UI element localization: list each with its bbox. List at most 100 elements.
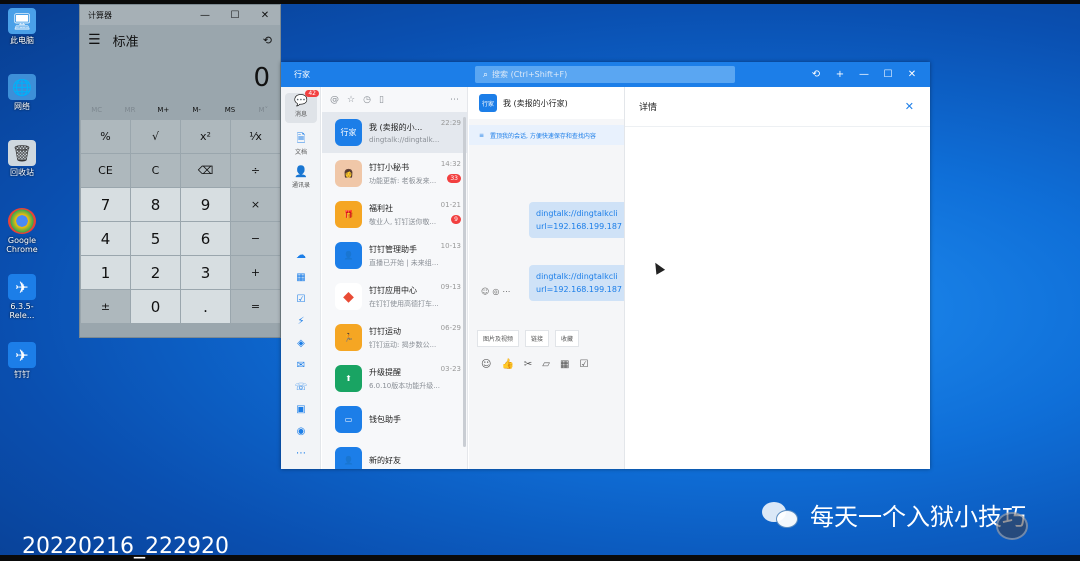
- key-decimal[interactable]: .: [181, 290, 230, 323]
- unread-badge: 33: [447, 174, 461, 183]
- todo-icon[interactable]: ☑: [579, 359, 598, 370]
- record-button-icon[interactable]: [996, 512, 1028, 540]
- history-icon[interactable]: ⟲: [804, 69, 828, 80]
- mail-icon[interactable]: ✉: [293, 360, 309, 371]
- key-plus[interactable]: +: [231, 256, 280, 289]
- conversation-item[interactable]: 👤 新的好友: [322, 440, 467, 469]
- thumbs-up-icon[interactable]: 👍: [501, 359, 523, 370]
- recent-icon[interactable]: ◷: [363, 95, 371, 105]
- conversation-item[interactable]: 👩 钉钉小秘书 功能更新: 老板发来... 14:32 33: [322, 153, 467, 194]
- conversation-item[interactable]: 行家 我 (卖报的小... dingtalk://dingtalk... 22:2…: [322, 112, 467, 153]
- conversation-item[interactable]: 👤 钉钉管理助手 直播已开始 | 未来组... 10-13: [322, 235, 467, 276]
- nav-messages[interactable]: 💬 消息 42: [285, 90, 319, 123]
- minimize-icon[interactable]: —: [852, 69, 876, 80]
- history-icon[interactable]: ⟲: [263, 34, 272, 47]
- pin-notice[interactable]: ≡ 置顶我的会话, 方便快速保存和查找内容: [469, 125, 624, 145]
- filter-links[interactable]: 链接: [525, 330, 550, 347]
- desktop-icon-dingtalk-installer[interactable]: ✈ 6.3.5-Rele...: [0, 274, 44, 320]
- message-bubble[interactable]: dingtalk://dingtalkcli url=192.168.199.1…: [529, 202, 624, 238]
- memory-subtract-button[interactable]: M-: [180, 106, 213, 114]
- key-8[interactable]: 8: [131, 188, 180, 221]
- maximize-icon[interactable]: ☐: [220, 10, 250, 21]
- desktop-icon-dingtalk[interactable]: ✈ 钉钉: [0, 342, 44, 379]
- desktop-icon-chrome[interactable]: Google Chrome: [0, 208, 44, 254]
- key-square[interactable]: x²: [181, 120, 230, 153]
- memory-store-button[interactable]: MS: [213, 106, 246, 114]
- key-sqrt[interactable]: √: [131, 120, 180, 153]
- key-clear[interactable]: C: [131, 154, 180, 187]
- message-bubble[interactable]: dingtalk://dingtalkcli url=192.168.199.1…: [529, 265, 624, 301]
- nav-docs[interactable]: 🗎 文档: [285, 131, 317, 159]
- key-3[interactable]: 3: [181, 256, 230, 289]
- conversation-item[interactable]: ⬆ 升级提醒 6.0.10版本功能升级... 03-23: [322, 358, 467, 399]
- key-7[interactable]: 7: [81, 188, 130, 221]
- memory-list-button[interactable]: M˅: [247, 106, 280, 114]
- star-icon[interactable]: ☆: [347, 95, 355, 105]
- key-2[interactable]: 2: [131, 256, 180, 289]
- dingtalk-window: 行家 ⌕ 搜索 (Ctrl+Shift+F) ⟲ + — ☐ ✕ 💬 消息 42…: [281, 62, 930, 469]
- key-6[interactable]: 6: [181, 222, 230, 255]
- desktop-icon-this-pc[interactable]: 🖥 此电脑: [0, 8, 44, 45]
- calendar-icon[interactable]: ▦: [293, 272, 309, 283]
- conversation-item[interactable]: ◆ 钉钉应用中心 在钉钉使用高德打车... 09-13: [322, 276, 467, 317]
- emoji-icon[interactable]: ☺: [481, 287, 492, 296]
- cloud-icon[interactable]: ☁: [293, 250, 309, 261]
- close-icon[interactable]: ✕: [905, 100, 914, 113]
- more-icon[interactable]: ⋯: [450, 95, 459, 105]
- minimize-icon[interactable]: —: [190, 10, 220, 21]
- calendar-icon[interactable]: ▦: [560, 359, 579, 370]
- menu-icon[interactable]: ☰: [88, 32, 101, 48]
- folder-icon[interactable]: ▱: [542, 359, 560, 370]
- key-1[interactable]: 1: [81, 256, 130, 289]
- memory-add-button[interactable]: M+: [147, 106, 180, 114]
- desktop-icon-recycle-bin[interactable]: 🗑 回收站: [0, 140, 44, 177]
- app-icon[interactable]: ◉: [293, 426, 309, 437]
- close-icon[interactable]: ✕: [900, 69, 924, 80]
- filter-media[interactable]: 图片及视频: [477, 330, 520, 347]
- key-0[interactable]: 0: [131, 290, 180, 323]
- nav-contacts[interactable]: 👤 通讯录: [285, 164, 317, 192]
- more-icon[interactable]: ⋯: [293, 448, 309, 459]
- key-4[interactable]: 4: [81, 222, 130, 255]
- key-divide[interactable]: ÷: [231, 154, 280, 187]
- lightning-icon[interactable]: ⚡: [293, 316, 309, 327]
- emoji-icon[interactable]: ☺: [481, 359, 501, 370]
- key-ce[interactable]: CE: [81, 154, 130, 187]
- dingtalk-icon: ✈: [8, 342, 36, 368]
- search-input[interactable]: ⌕ 搜索 (Ctrl+Shift+F): [475, 66, 735, 83]
- more-icon[interactable]: ⋯: [502, 287, 513, 296]
- memory-recall-button[interactable]: MR: [113, 106, 146, 114]
- calculator-titlebar[interactable]: 计算器 — ☐ ✕: [80, 5, 280, 25]
- key-5[interactable]: 5: [131, 222, 180, 255]
- key-percent[interactable]: %: [81, 120, 130, 153]
- memory-clear-button[interactable]: MC: [80, 106, 113, 114]
- upgrade-icon: ⬆: [335, 365, 362, 392]
- key-reciprocal[interactable]: ¹⁄x: [231, 120, 280, 153]
- message-actions[interactable]: ☺◎⋯: [481, 287, 513, 296]
- key-backspace[interactable]: ⌫: [181, 154, 230, 187]
- key-equals[interactable]: =: [231, 290, 280, 323]
- key-9[interactable]: 9: [181, 188, 230, 221]
- filter-favorites[interactable]: 收藏: [555, 330, 580, 347]
- desktop-icon-network[interactable]: 🌐 网络: [0, 74, 44, 111]
- conversation-item[interactable]: 🏃 钉钉运动 钉钉运动: 揭步数公... 06-29: [322, 317, 467, 358]
- add-icon[interactable]: +: [828, 69, 852, 80]
- reply-icon[interactable]: ◎: [492, 287, 502, 296]
- todo-icon[interactable]: ☑: [293, 294, 309, 305]
- scrollbar[interactable]: [463, 117, 466, 447]
- conversation-item[interactable]: ▭ 钱包助手: [322, 399, 467, 440]
- phone-icon[interactable]: ☏: [293, 382, 309, 393]
- key-minus[interactable]: −: [231, 222, 280, 255]
- chat-panel: 行家 我 (卖报的小行家) ≡ 置顶我的会话, 方便快速保存和查找内容 ding…: [469, 87, 624, 469]
- file-icon[interactable]: ▯: [379, 95, 384, 105]
- maximize-icon[interactable]: ☐: [876, 69, 900, 80]
- meeting-icon[interactable]: ▣: [293, 404, 309, 415]
- conversation-item[interactable]: 🎁 福利社 敬业人, 钉钉送你敬... 01-21 9: [322, 194, 467, 235]
- close-icon[interactable]: ✕: [250, 10, 280, 21]
- scissors-icon[interactable]: ✂: [524, 359, 542, 370]
- key-negate[interactable]: ±: [81, 290, 130, 323]
- key-multiply[interactable]: ×: [231, 188, 280, 221]
- dingtalk-titlebar[interactable]: 行家 ⌕ 搜索 (Ctrl+Shift+F) ⟲ + — ☐ ✕: [281, 62, 930, 87]
- layers-icon[interactable]: ◈: [293, 338, 309, 349]
- mention-icon[interactable]: @: [330, 95, 339, 105]
